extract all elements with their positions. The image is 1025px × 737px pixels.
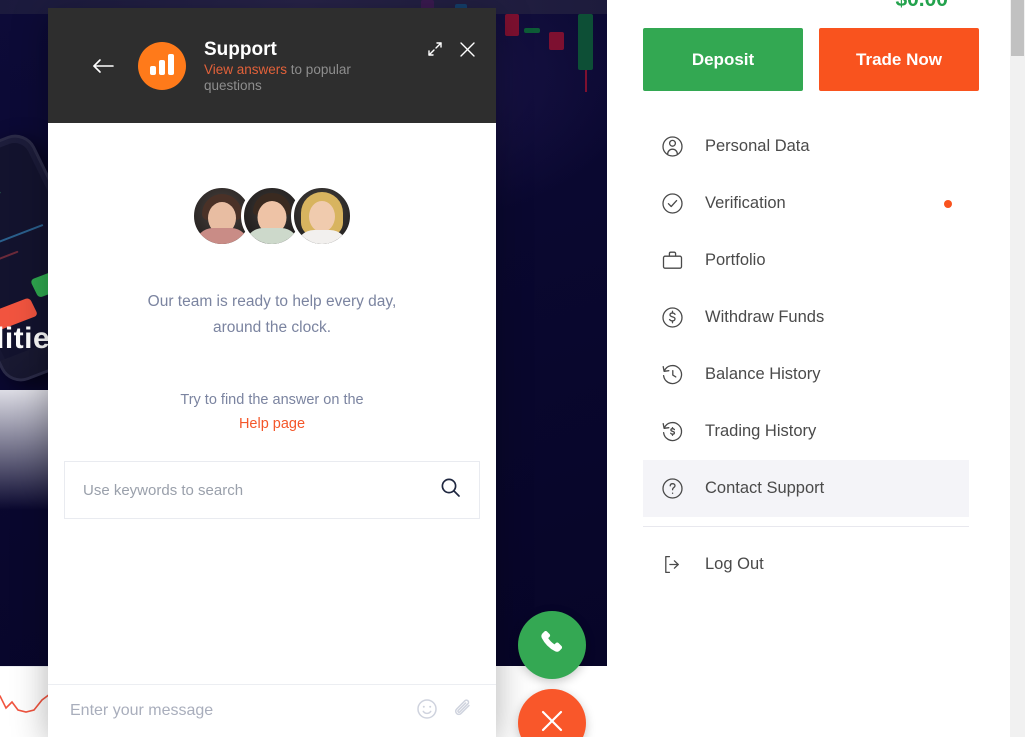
menu-item-withdraw-funds[interactable]: Withdraw Funds — [643, 289, 969, 346]
page-scrollbar[interactable] — [1010, 0, 1025, 737]
dollar-circle-icon — [659, 306, 685, 329]
menu-item-label: Portfolio — [705, 251, 766, 269]
candlestick — [549, 32, 564, 50]
account-balance: $0.00 — [895, 0, 948, 12]
menu-item-label: Log Out — [705, 555, 764, 573]
help-page-link[interactable]: Help page — [48, 412, 496, 436]
menu-item-contact-support[interactable]: Contact Support — [643, 460, 969, 517]
expand-icon[interactable] — [424, 38, 446, 60]
avatar — [291, 185, 353, 247]
help-page-prompt: Try to find the answer on the Help page — [48, 388, 496, 436]
menu-item-label: Contact Support — [705, 479, 825, 497]
menu-item-label: Balance History — [705, 365, 821, 383]
menu-item-portfolio[interactable]: Portfolio — [643, 232, 969, 289]
call-support-button[interactable] — [518, 611, 586, 679]
candlestick — [524, 28, 540, 33]
search-box[interactable] — [64, 461, 480, 519]
menu-item-verification[interactable]: Verification — [643, 175, 969, 232]
check-circle-icon — [659, 192, 685, 215]
page-title: Support — [204, 38, 277, 60]
team-text-line-2: around the clock. — [212, 319, 332, 336]
back-arrow-icon[interactable] — [86, 49, 120, 83]
deposit-button[interactable]: Deposit — [643, 28, 803, 91]
clock-history-icon — [659, 363, 685, 386]
support-widget-body: Our team is ready to help every day, aro… — [48, 123, 496, 684]
search-icon[interactable] — [440, 477, 461, 503]
cta-buttons: Deposit Trade Now — [643, 28, 979, 91]
search-section — [64, 461, 480, 519]
account-panel: $0.00 Deposit Trade Now Personal Data — [607, 0, 1003, 737]
question-circle-icon — [659, 477, 685, 500]
list-fade-overlay — [0, 390, 52, 510]
trade-now-button[interactable]: Trade Now — [819, 28, 979, 91]
support-widget-header: Support View answers to popular question… — [48, 8, 496, 123]
emoji-icon[interactable] — [416, 698, 438, 725]
support-widget-header-actions — [424, 38, 478, 60]
team-availability-text: Our team is ready to help every day, aro… — [48, 289, 496, 341]
search-input[interactable] — [83, 481, 440, 499]
account-menu: Personal Data Verification Portfolio Wit… — [643, 118, 969, 593]
status-badge — [944, 199, 952, 208]
phone-icon — [537, 627, 568, 663]
support-widget: Support View answers to popular question… — [48, 8, 496, 737]
help-prompt-line: Try to find the answer on the — [180, 392, 364, 408]
message-input-placeholder[interactable]: Enter your message — [70, 702, 402, 720]
view-answers-link[interactable]: View answers — [204, 62, 287, 77]
logout-icon — [659, 553, 685, 576]
support-widget-subtitle: View answers to popular questions — [204, 62, 394, 94]
scrollbar-thumb[interactable] — [1011, 0, 1024, 56]
bar-chart-logo-icon — [138, 41, 186, 90]
message-composer: Enter your message — [48, 684, 496, 737]
team-text-line-1: Our team is ready to help every day, — [147, 293, 397, 310]
briefcase-icon — [659, 249, 685, 272]
paperclip-icon[interactable] — [452, 698, 474, 725]
dollar-history-icon — [659, 420, 685, 443]
candlestick — [505, 14, 519, 36]
menu-item-personal-data[interactable]: Personal Data — [643, 118, 969, 175]
menu-item-label: Verification — [705, 194, 786, 212]
menu-item-label: Trading History — [705, 422, 817, 440]
agent-avatars — [48, 185, 496, 247]
menu-item-label: Personal Data — [705, 137, 810, 155]
user-circle-icon — [659, 135, 685, 158]
close-icon[interactable] — [456, 38, 478, 60]
menu-item-label: Withdraw Funds — [705, 308, 825, 326]
menu-item-log-out[interactable]: Log Out — [643, 536, 969, 593]
candlestick — [578, 14, 593, 92]
menu-item-trading-history[interactable]: Trading History — [643, 403, 969, 460]
support-widget-titles: Support View answers to popular question… — [204, 38, 424, 94]
menu-item-balance-history[interactable]: Balance History — [643, 346, 969, 403]
close-icon — [539, 708, 565, 737]
menu-divider — [643, 526, 969, 527]
